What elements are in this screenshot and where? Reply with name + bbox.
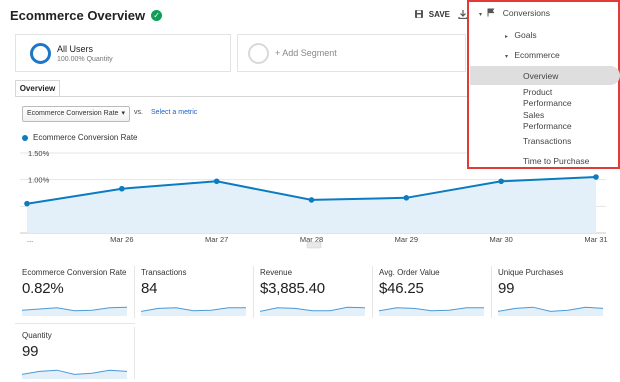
nav-item-transactions[interactable]: Transactions bbox=[523, 136, 571, 146]
add-segment-label: + Add Segment bbox=[275, 48, 337, 58]
metric-label: Unique Purchases bbox=[498, 268, 564, 277]
metric-label: Revenue bbox=[260, 268, 293, 277]
metric-label: Transactions bbox=[141, 268, 187, 277]
card-divider bbox=[253, 266, 254, 318]
nav-item-overview[interactable]: Overview bbox=[523, 71, 558, 81]
nav-ecommerce-label: Ecommerce bbox=[514, 50, 560, 60]
y-tick-label: 1.50% bbox=[28, 149, 50, 158]
report-toolbar: SAVE bbox=[414, 9, 468, 19]
nav-item-sales-performance[interactable]: Sales Performance bbox=[523, 110, 583, 132]
nav-panel: ▾ Conversions ▸ Goals ▾ Ecommerce Overvi… bbox=[467, 0, 620, 169]
nav-item-product-performance[interactable]: Product Performance bbox=[523, 87, 583, 109]
metric-value: 99 bbox=[22, 343, 39, 360]
verified-check-icon: ✓ bbox=[151, 10, 163, 21]
segment-title: All Users bbox=[57, 43, 94, 54]
nav-goals[interactable]: ▸ Goals bbox=[505, 30, 537, 40]
save-button[interactable]: SAVE bbox=[414, 9, 450, 19]
metric-value: $46.25 bbox=[379, 280, 424, 297]
x-tick-label: ... bbox=[27, 235, 33, 244]
select-metric-link[interactable]: Select a metric bbox=[151, 109, 197, 116]
metric-card[interactable]: Ecommerce Conversion Rate 0.82% bbox=[22, 268, 136, 316]
series-area bbox=[27, 177, 596, 233]
nav-conversions[interactable]: ▾ Conversions bbox=[479, 8, 550, 18]
tab-overview[interactable]: Overview bbox=[15, 80, 60, 97]
data-point bbox=[593, 174, 599, 180]
metric-select-value: Ecommerce Conversion Rate bbox=[27, 110, 119, 117]
page-title: Ecommerce Overview ✓ bbox=[10, 8, 163, 23]
metric-value: 0.82% bbox=[22, 280, 64, 297]
metric-value: 84 bbox=[141, 280, 158, 297]
metric-card[interactable]: Avg. Order Value $46.25 bbox=[379, 268, 493, 316]
segment-subtitle: 100.00% Quantity bbox=[57, 55, 113, 63]
sparkline bbox=[141, 307, 246, 316]
metric-value: $3,885.40 bbox=[260, 280, 325, 297]
nav-ecommerce[interactable]: ▾ Ecommerce bbox=[505, 50, 560, 60]
page-title-text: Ecommerce Overview bbox=[10, 8, 146, 23]
data-point bbox=[498, 178, 504, 185]
nav-conversions-label: Conversions bbox=[502, 8, 551, 18]
card-divider bbox=[134, 327, 135, 379]
x-tick-label: Mar 29 bbox=[395, 235, 418, 244]
data-point bbox=[403, 195, 410, 201]
x-tick-label: Mar 27 bbox=[205, 235, 228, 244]
chart-legend: Ecommerce Conversion Rate bbox=[22, 133, 137, 142]
flag-icon bbox=[487, 8, 495, 17]
empty-segment-ring-icon bbox=[248, 42, 269, 64]
metric-card[interactable]: Transactions 84 bbox=[141, 268, 255, 316]
sparkline bbox=[260, 306, 366, 316]
expand-arrow-icon: ▸ bbox=[505, 34, 509, 40]
segment-ring-icon bbox=[30, 42, 51, 64]
nav-goals-label: Goals bbox=[514, 30, 537, 40]
card-divider bbox=[372, 266, 373, 318]
data-point bbox=[308, 197, 315, 203]
card-divider bbox=[15, 323, 135, 324]
sparkline-area bbox=[379, 307, 484, 316]
data-point bbox=[213, 178, 220, 185]
metric-card[interactable]: Quantity 99 bbox=[22, 331, 136, 379]
sparkline-area bbox=[22, 307, 127, 316]
x-tick-label: Mar 31 bbox=[584, 235, 607, 244]
metric-card[interactable]: Unique Purchases 99 bbox=[498, 268, 612, 316]
sparkline bbox=[379, 307, 484, 316]
metric-label: Ecommerce Conversion Rate bbox=[22, 268, 127, 277]
save-icon bbox=[414, 10, 423, 18]
metric-label: Quantity bbox=[22, 331, 52, 340]
y-tick-label: 1.00% bbox=[28, 176, 50, 185]
metric-label: Avg. Order Value bbox=[379, 268, 440, 277]
legend-label: Ecommerce Conversion Rate bbox=[33, 133, 138, 142]
segment-all-users[interactable]: All Users 100.00% Quantity bbox=[15, 34, 231, 72]
chart-handle bbox=[306, 241, 322, 249]
sparkline bbox=[22, 306, 128, 316]
x-tick-label: Mar 30 bbox=[489, 235, 512, 244]
x-tick-label: Mar 26 bbox=[110, 235, 133, 244]
data-point bbox=[24, 200, 30, 207]
legend-dot-icon bbox=[22, 134, 28, 141]
vs-label: vs. bbox=[134, 109, 143, 116]
sparkline bbox=[22, 369, 128, 379]
save-label: SAVE bbox=[428, 9, 450, 19]
data-point bbox=[119, 185, 125, 192]
sparkline bbox=[498, 306, 604, 316]
collapse-arrow-icon: ▾ bbox=[479, 12, 483, 18]
add-segment-button[interactable]: + Add Segment bbox=[237, 34, 466, 72]
chevron-down-icon: ▾ bbox=[121, 110, 125, 117]
nav-item-time-to-purchase[interactable]: Time to Purchase bbox=[523, 156, 589, 166]
card-divider bbox=[491, 266, 492, 318]
metric-select[interactable]: Ecommerce Conversion Rate ▾ bbox=[22, 106, 130, 122]
card-divider bbox=[134, 266, 135, 318]
metric-value: 99 bbox=[498, 280, 515, 297]
collapse-arrow-icon: ▾ bbox=[505, 54, 509, 60]
metric-card[interactable]: Revenue $3,885.40 bbox=[260, 268, 374, 316]
